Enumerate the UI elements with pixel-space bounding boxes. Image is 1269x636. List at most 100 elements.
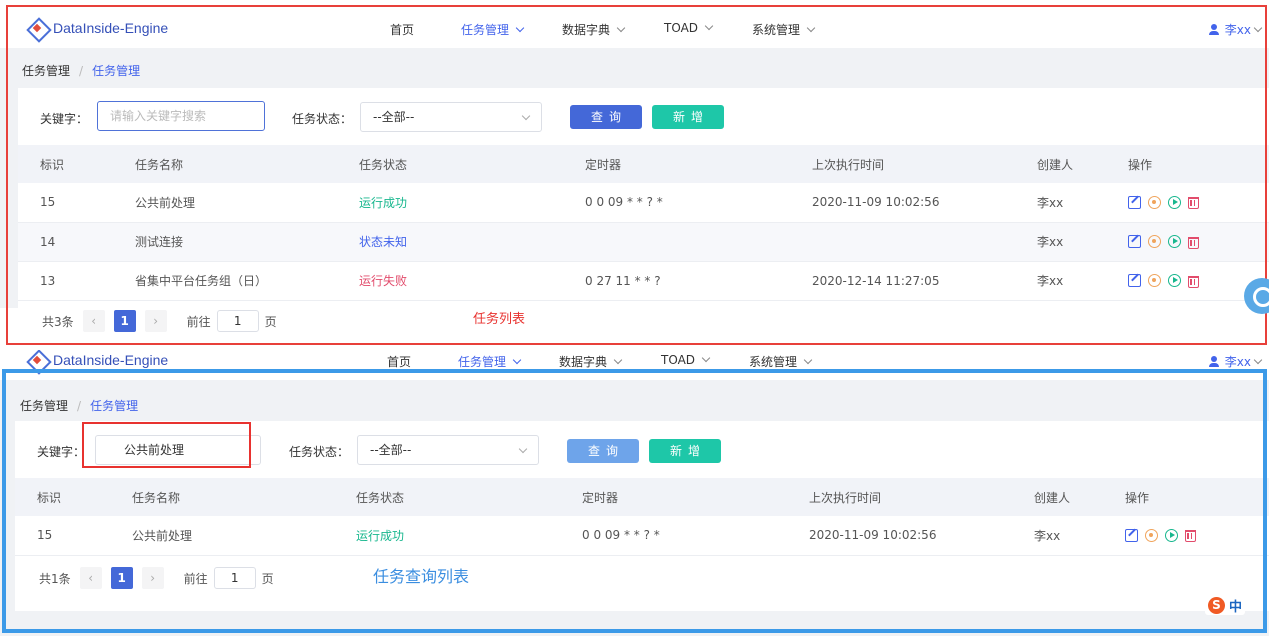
task-list-card: 关键字： 请输入关键字搜索 任务状态： --全部-- 查询 新增 标识 任务名称… [18, 88, 1269, 332]
logo-diamond-icon [26, 350, 48, 371]
col-header-status: 任务状态 [337, 145, 563, 183]
cell-status: 状态未知 [337, 222, 563, 262]
table-header-row: 标识 任务名称 任务状态 定时器 上次执行时间 创建人 操作 [18, 145, 1269, 183]
breadcrumb-separator: / [77, 398, 82, 413]
logo[interactable]: DataInside-Engine [26, 350, 168, 371]
edit-icon[interactable] [1125, 528, 1138, 542]
logo-text: DataInside-Engine [53, 352, 169, 368]
annotation-task-list: 任务列表 [473, 312, 526, 327]
run-icon[interactable] [1168, 274, 1181, 287]
keyword-input[interactable]: 请输入关键字搜索 [97, 101, 265, 131]
query-button[interactable]: 查询 [570, 105, 642, 129]
nav-system-management[interactable]: 系统管理 [752, 21, 816, 38]
breadcrumb-separator: / [79, 63, 84, 78]
view-icon[interactable] [1148, 235, 1161, 248]
breadcrumb-root[interactable]: 任务管理 [22, 62, 70, 79]
user-menu[interactable]: 李xx [1208, 21, 1263, 38]
col-header-creator: 创建人 [1012, 478, 1103, 516]
delete-icon[interactable] [1185, 530, 1196, 543]
cell-id: 15 [18, 183, 113, 223]
prev-page-button[interactable]: ‹ [79, 567, 102, 589]
nav-toad[interactable]: TOAD [664, 21, 714, 35]
status-label: 任务状态： [289, 445, 350, 459]
query-button[interactable]: 查询 [567, 439, 639, 463]
edit-icon[interactable] [1128, 274, 1141, 287]
table-row: 15 公共前处理 运行成功 0 0 09 * * ? * 2020-11-09 … [15, 516, 1269, 556]
status-select[interactable]: --全部-- [357, 435, 539, 465]
delete-icon[interactable] [1188, 197, 1199, 210]
ime-indicator[interactable]: S 中 [1205, 595, 1246, 615]
cell-last-run: 2020-11-09 10:02:56 [787, 516, 1012, 556]
run-icon[interactable] [1168, 195, 1181, 209]
logo[interactable]: DataInside-Engine [26, 17, 168, 39]
nav-data-dictionary[interactable]: 数据字典 [562, 21, 626, 38]
main-content: 任务管理 / 任务管理 关键字： 公共前处理 任务状态： --全部-- 查询 新… [0, 380, 1269, 636]
cell-timer: 0 0 09 * * ? * [563, 183, 790, 223]
user-menu[interactable]: 李xx [1208, 353, 1263, 370]
pagination: 共3条 ‹ 1 › 前往 1 页 [42, 310, 277, 332]
nav-task-management[interactable]: 任务管理 [461, 21, 525, 38]
add-button[interactable]: 新增 [649, 439, 721, 463]
col-header-last-run: 上次执行时间 [787, 478, 1012, 516]
cell-id: 14 [18, 222, 113, 262]
cell-timer: 0 0 09 * * ? * [560, 516, 787, 556]
cell-last-run: 2020-12-14 11:27:05 [790, 261, 1015, 301]
breadcrumb-current: 任务管理 [90, 399, 139, 413]
nav-system-management[interactable]: 系统管理 [749, 353, 813, 370]
goto-label: 前往 [186, 314, 211, 329]
cell-id: 15 [15, 516, 110, 556]
total-count: 共3条 [42, 314, 74, 329]
nav-task-management[interactable]: 任务管理 [458, 353, 522, 370]
delete-icon[interactable] [1188, 236, 1199, 249]
col-header-actions: 操作 [1106, 145, 1269, 183]
edit-icon[interactable] [1128, 195, 1141, 209]
col-header-id: 标识 [15, 478, 110, 516]
page-number[interactable]: 1 [110, 567, 133, 589]
delete-icon[interactable] [1188, 275, 1199, 288]
top-navbar: DataInside-Engine 首页 任务管理 数据字典 TOAD 系统管理… [0, 350, 1269, 380]
page-number[interactable]: 1 [113, 310, 136, 332]
nav-home[interactable]: 首页 [390, 21, 414, 38]
view-icon[interactable] [1148, 274, 1161, 287]
cell-creator: 李xx [1015, 183, 1106, 223]
chevron-down-icon [613, 355, 623, 364]
search-bar: 关键字： 请输入关键字搜索 任务状态： --全部-- 查询 新增 [18, 88, 1269, 144]
main-content: 任务管理 / 任务管理 关键字： 请输入关键字搜索 任务状态： --全部-- 查… [0, 48, 1269, 332]
chevron-down-icon [806, 23, 816, 32]
cell-status: 运行成功 [337, 183, 563, 223]
goto-page-input[interactable]: 1 [213, 567, 256, 589]
col-header-id: 标识 [18, 145, 113, 183]
view-icon[interactable] [1148, 195, 1161, 209]
run-icon[interactable] [1168, 235, 1181, 248]
chevron-down-icon [512, 355, 522, 364]
nav-data-dictionary[interactable]: 数据字典 [559, 353, 623, 370]
prev-page-button[interactable]: ‹ [82, 310, 105, 332]
cell-timer: 0 27 11 * * ? [563, 261, 790, 301]
nav-toad[interactable]: TOAD [661, 353, 711, 367]
cell-timer [563, 222, 790, 262]
add-button[interactable]: 新增 [652, 105, 724, 129]
top-navbar: DataInside-Engine 首页 任务管理 数据字典 TOAD 系统管理… [0, 0, 1269, 48]
chevron-down-icon [1253, 23, 1263, 32]
cell-name: 省集中平台任务组（日） [113, 261, 337, 301]
cell-creator: 李xx [1015, 222, 1106, 262]
page-suffix: 页 [261, 571, 274, 586]
next-page-button[interactable]: › [144, 310, 167, 332]
keyword-highlight-box [82, 422, 251, 468]
run-icon[interactable] [1165, 528, 1178, 542]
breadcrumb-root[interactable]: 任务管理 [20, 397, 68, 414]
chevron-down-icon [616, 23, 626, 32]
col-header-timer: 定时器 [560, 478, 787, 516]
keyword-label: 关键字： [37, 445, 86, 459]
nav-home[interactable]: 首页 [387, 353, 411, 370]
view-icon[interactable] [1145, 528, 1158, 542]
edit-icon[interactable] [1128, 235, 1141, 248]
chevron-down-icon [518, 444, 528, 454]
chevron-down-icon [803, 355, 813, 364]
status-select[interactable]: --全部-- [360, 102, 542, 132]
cell-name: 公共前处理 [110, 516, 334, 556]
next-page-button[interactable]: › [141, 567, 164, 589]
table-row: 13 省集中平台任务组（日） 运行失败 0 27 11 * * ? 2020-1… [18, 261, 1269, 301]
goto-page-input[interactable]: 1 [216, 310, 259, 332]
cell-creator: 李xx [1015, 261, 1106, 301]
